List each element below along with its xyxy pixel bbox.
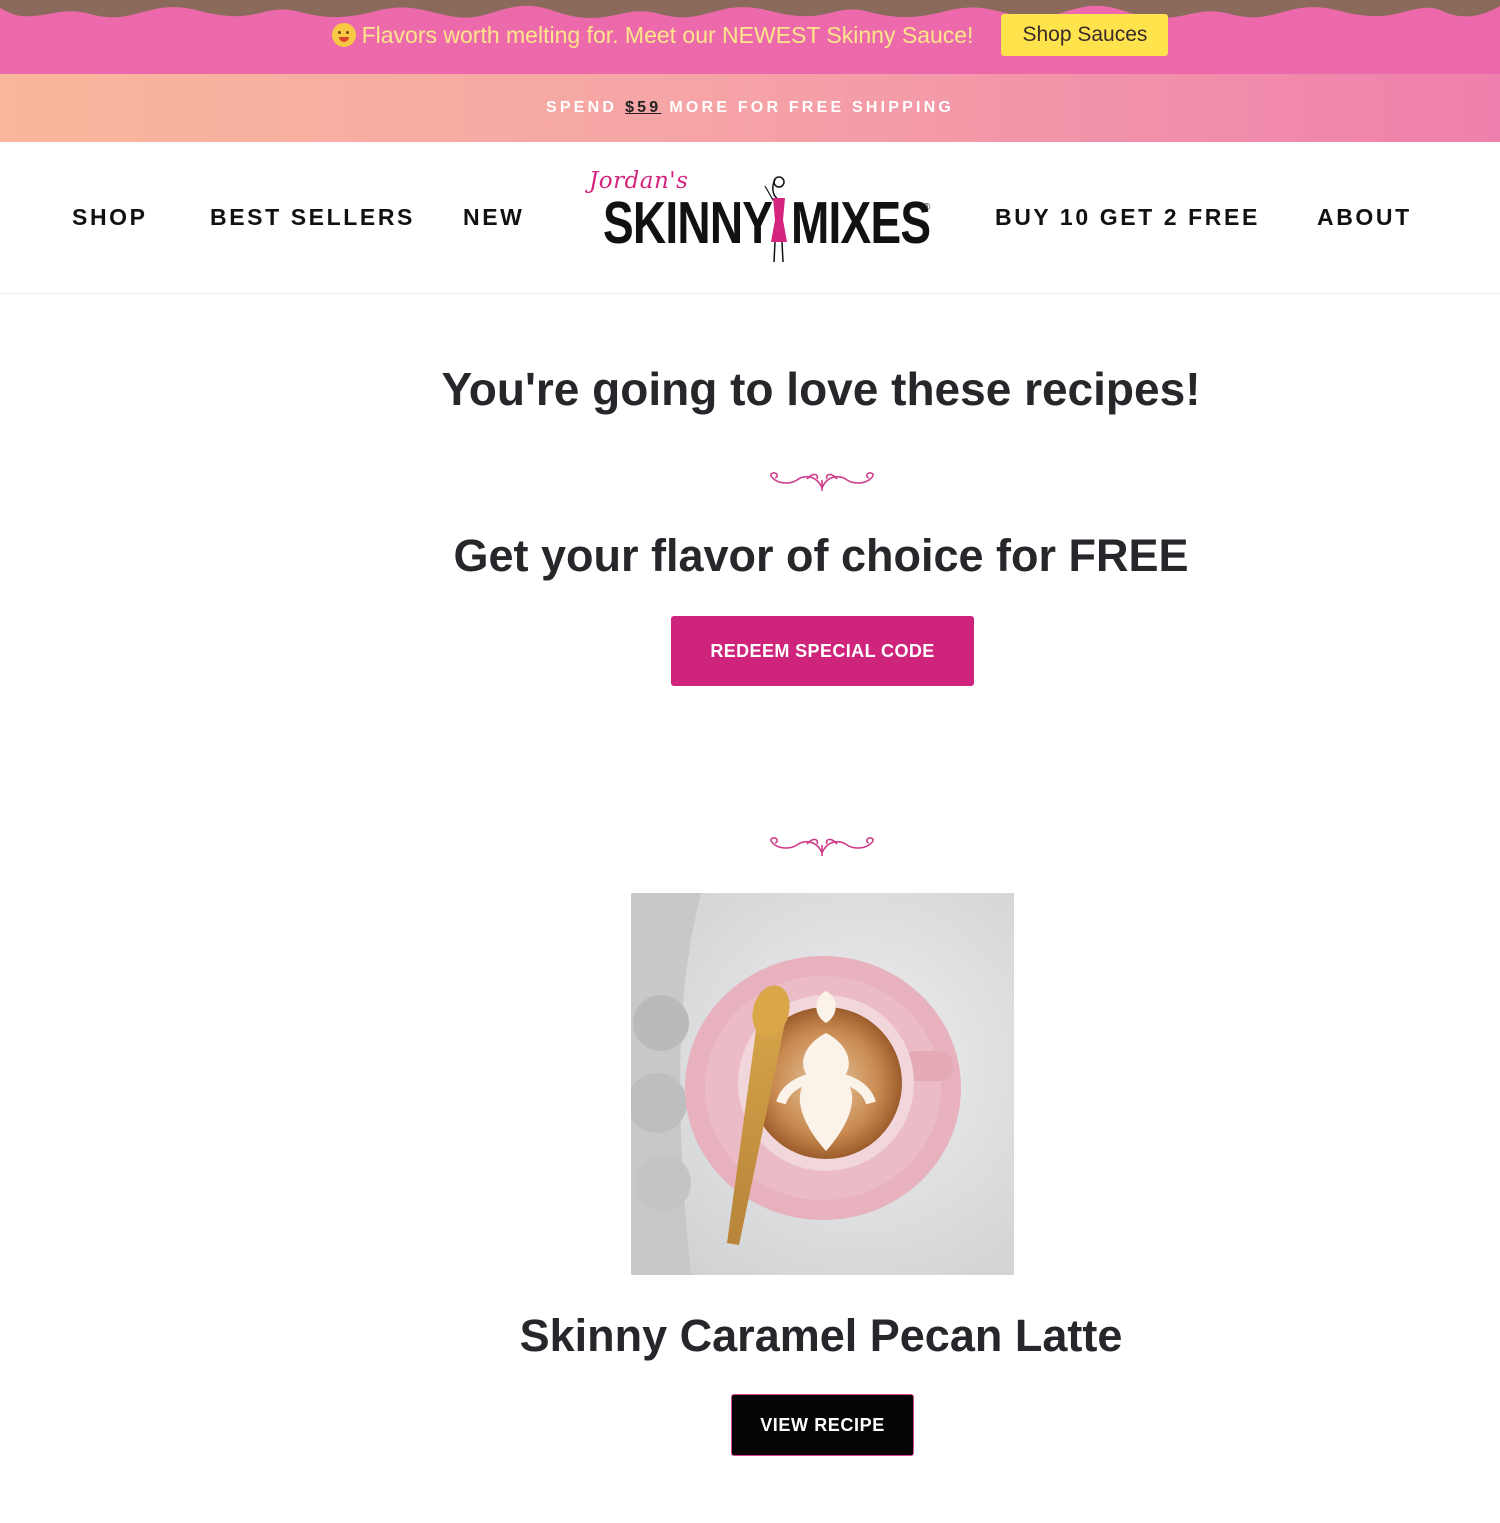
nav-buy-10-get-2-free[interactable]: BUY 10 GET 2 FREE (995, 204, 1260, 231)
nav-new[interactable]: NEW (463, 204, 524, 231)
nav-best-sellers[interactable]: BEST SELLERS (210, 204, 415, 231)
free-flavor-heading: Get your flavor of choice for FREE (453, 530, 1189, 581)
view-recipe-button[interactable]: VIEW RECIPE (731, 1394, 914, 1456)
shop-sauces-button[interactable]: Shop Sauces (1001, 14, 1169, 56)
flourish-divider-icon (770, 837, 874, 856)
shipping-suffix: MORE FOR FREE SHIPPING (669, 99, 955, 116)
promo-banner: Flavors worth melting for. Meet our NEWE… (0, 0, 1500, 74)
redeem-special-code-button[interactable]: REDEEM SPECIAL CODE (671, 616, 974, 686)
logo-registered-mark: ® (923, 202, 931, 213)
recipe-image[interactable] (631, 893, 1014, 1275)
shipping-prefix: SPEND (545, 99, 618, 116)
logo-word-mixes: MIXES (791, 190, 931, 256)
logo-word-skinny: SKINNY (603, 190, 773, 256)
skinny-mixes-logo[interactable]: Jordan's SKINNY MIXES ® (585, 168, 940, 268)
recipe-title: Skinny Caramel Pecan Latte (519, 1310, 1123, 1361)
flourish-divider-icon (770, 472, 874, 491)
page-heading: You're going to love these recipes! (441, 363, 1201, 415)
shipping-amount[interactable]: $59 (625, 99, 661, 117)
site-header: SHOP BEST SELLERS NEW Jordan's SKINNY MI… (0, 142, 1500, 294)
latte-photo (631, 893, 1014, 1275)
free-shipping-bar: SPEND $59 MORE FOR FREE SHIPPING (0, 74, 1500, 142)
nav-shop[interactable]: SHOP (72, 204, 148, 231)
melting-face-icon (331, 23, 356, 47)
nav-about[interactable]: ABOUT (1317, 204, 1412, 231)
promo-text: Flavors worth melting for. Meet our NEWE… (361, 21, 974, 48)
